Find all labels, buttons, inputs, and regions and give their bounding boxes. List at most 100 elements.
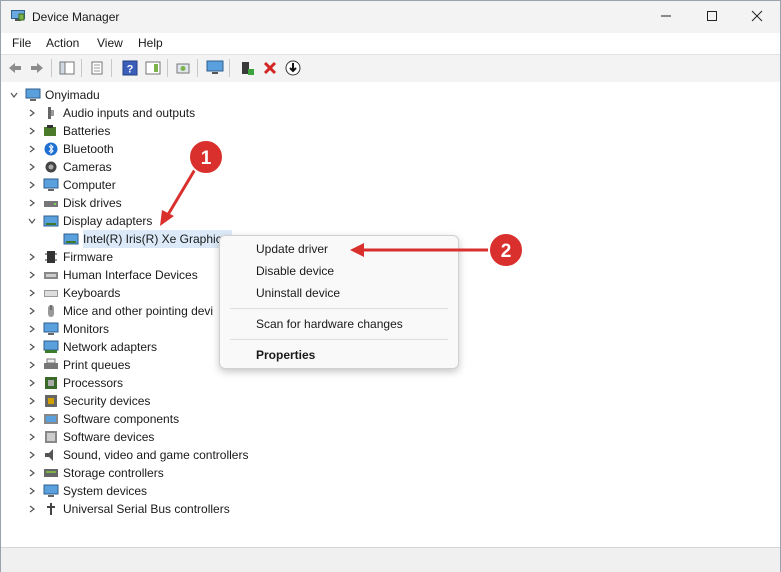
category-label: Software devices (63, 430, 155, 444)
properties-sheet-icon[interactable] (88, 59, 106, 77)
category-item[interactable]: Human Interface Devices (27, 266, 198, 284)
processor-icon (43, 376, 59, 390)
category-item[interactable]: Software devices (27, 428, 154, 446)
category-item[interactable]: Display adapters (27, 212, 152, 230)
show-hide-console-tree-icon[interactable] (58, 59, 76, 77)
forward-icon[interactable] (28, 59, 46, 77)
annotation-number-2: 2 (501, 241, 512, 262)
chevron-right-icon[interactable] (27, 414, 37, 424)
chevron-right-icon[interactable] (27, 342, 37, 352)
toolbar-separator (197, 59, 198, 77)
computer-icon (25, 88, 41, 102)
toolbar-separator (111, 59, 112, 77)
category-item[interactable]: Disk drives (27, 194, 122, 212)
scan-hardware-menu-item[interactable]: Scan for hardware changes (256, 317, 403, 331)
category-item[interactable]: Computer (27, 176, 116, 194)
chevron-down-icon[interactable] (9, 90, 19, 100)
category-item[interactable]: Storage controllers (27, 464, 164, 482)
category-item[interactable]: Firmware (27, 248, 113, 266)
chevron-right-icon[interactable] (27, 252, 37, 262)
bluetooth-icon (43, 142, 59, 156)
update-driver-menu-item[interactable]: Update driver (256, 242, 328, 256)
annotation-arrow-2: 2 (350, 232, 524, 268)
chevron-down-icon[interactable] (27, 216, 37, 226)
category-label: Security devices (63, 394, 151, 408)
chevron-right-icon[interactable] (27, 162, 37, 172)
category-label: Print queues (63, 358, 131, 372)
add-driver-icon[interactable] (238, 59, 256, 77)
category-item[interactable]: Cameras (27, 158, 112, 176)
disk-drive-icon (43, 196, 59, 210)
menu-file[interactable]: File (12, 36, 31, 50)
back-icon[interactable] (6, 59, 24, 77)
title-bar: Device Manager (1, 1, 780, 33)
chevron-right-icon[interactable] (27, 108, 37, 118)
uninstall-device-icon[interactable] (261, 59, 279, 77)
category-item[interactable]: Audio inputs and outputs (27, 104, 195, 122)
toolbar-separator (51, 59, 52, 77)
chevron-right-icon[interactable] (27, 126, 37, 136)
category-item[interactable]: Print queues (27, 356, 130, 374)
category-item[interactable]: System devices (27, 482, 147, 500)
action-pane-icon[interactable] (144, 59, 162, 77)
device-item[interactable]: Intel(R) Iris(R) Xe Graphics (63, 230, 232, 248)
tree-root[interactable]: Onyimadu (9, 86, 100, 104)
disable-device-icon[interactable] (284, 59, 302, 77)
category-item[interactable]: Batteries (27, 122, 110, 140)
toolbar-separator (229, 59, 230, 77)
menu-help[interactable]: Help (138, 36, 163, 50)
chevron-right-icon[interactable] (27, 198, 37, 208)
mouse-icon (43, 304, 59, 318)
toolbar-separator (81, 59, 82, 77)
chevron-right-icon[interactable] (27, 468, 37, 478)
chevron-right-icon[interactable] (27, 450, 37, 460)
update-driver-toolbar-icon[interactable] (174, 59, 192, 77)
category-item[interactable]: Mice and other pointing devi (27, 302, 213, 320)
menu-action[interactable]: Action (46, 36, 79, 50)
chevron-right-icon[interactable] (27, 486, 37, 496)
chevron-right-icon[interactable] (27, 270, 37, 280)
uninstall-device-menu-item[interactable]: Uninstall device (256, 286, 340, 300)
category-item[interactable]: Network adapters (27, 338, 157, 356)
chevron-right-icon[interactable] (27, 360, 37, 370)
menu-bar: File Action View Help (1, 33, 780, 53)
category-label: Universal Serial Bus controllers (63, 502, 230, 516)
firmware-icon (43, 250, 59, 264)
software-device-icon (43, 430, 59, 444)
category-label: Firmware (63, 250, 113, 264)
category-item[interactable]: Security devices (27, 392, 150, 410)
menu-separator (230, 308, 448, 309)
menu-view[interactable]: View (97, 36, 123, 50)
scan-hardware-icon[interactable] (206, 59, 224, 77)
chevron-right-icon[interactable] (27, 180, 37, 190)
category-item[interactable]: Monitors (27, 320, 109, 338)
minimize-button[interactable] (643, 1, 689, 33)
help-icon[interactable]: ? (121, 59, 139, 77)
chevron-right-icon[interactable] (27, 324, 37, 334)
category-item[interactable]: Keyboards (27, 284, 120, 302)
chevron-right-icon[interactable] (27, 288, 37, 298)
category-item[interactable]: Bluetooth (27, 140, 114, 158)
chevron-right-icon[interactable] (27, 144, 37, 154)
close-button[interactable] (734, 1, 780, 33)
category-item[interactable]: Processors (27, 374, 123, 392)
chevron-right-icon[interactable] (27, 378, 37, 388)
category-label: Batteries (63, 124, 111, 138)
chevron-right-icon[interactable] (27, 504, 37, 514)
maximize-button[interactable] (689, 1, 735, 33)
chevron-right-icon[interactable] (27, 432, 37, 442)
category-item[interactable]: Software components (27, 410, 179, 428)
disable-device-menu-item[interactable]: Disable device (256, 264, 334, 278)
monitor-icon (43, 322, 59, 336)
category-label: Storage controllers (63, 466, 164, 480)
software-component-icon (43, 412, 59, 426)
category-item[interactable]: Universal Serial Bus controllers (27, 500, 230, 518)
category-label: System devices (63, 484, 148, 498)
properties-menu-item[interactable]: Properties (256, 348, 315, 362)
sound-controller-icon (43, 448, 59, 462)
chevron-right-icon[interactable] (27, 396, 37, 406)
toolbar-separator (167, 59, 168, 77)
category-item[interactable]: Sound, video and game controllers (27, 446, 248, 464)
chevron-right-icon[interactable] (27, 306, 37, 316)
network-adapter-icon (43, 340, 59, 354)
